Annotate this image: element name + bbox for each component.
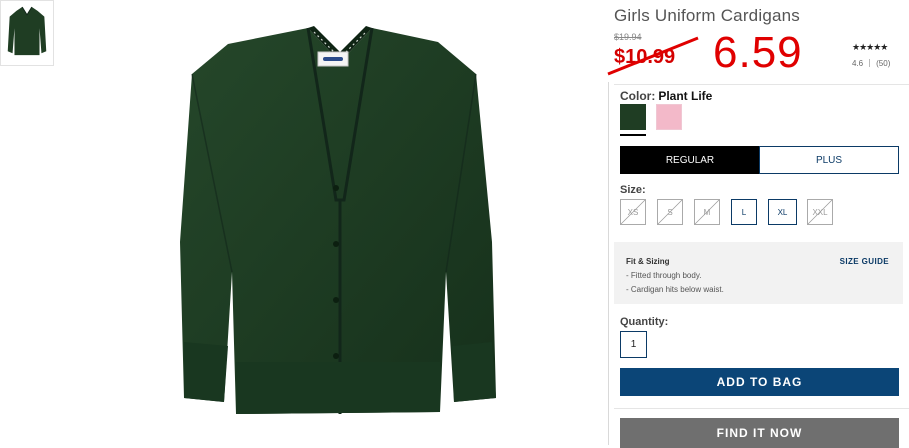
- rating-summary[interactable]: 4.6 (50): [852, 59, 890, 68]
- rating-value: 4.6: [852, 59, 864, 68]
- size-option-xl[interactable]: XL: [768, 199, 797, 225]
- cardigan-image: [180, 26, 496, 414]
- size-option-l[interactable]: L: [731, 199, 757, 225]
- color-swatch-plant-life[interactable]: [620, 104, 646, 130]
- fit-sizing-title: Fit & Sizing: [626, 257, 670, 266]
- size-option-xxl[interactable]: XXL: [807, 199, 833, 225]
- review-count: (50): [876, 59, 891, 68]
- size-option-label: XS: [627, 207, 639, 217]
- tab-regular[interactable]: REGULAR: [620, 146, 760, 174]
- sale-price: $10.99: [614, 46, 676, 68]
- fit-sizing-panel: Fit & Sizing SIZE GUIDE - Fitted through…: [614, 242, 903, 304]
- size-guide-link[interactable]: SIZE GUIDE: [840, 257, 889, 266]
- size-label: Size:: [620, 184, 646, 196]
- quantity-label: Quantity:: [620, 316, 669, 328]
- rating-stars[interactable]: ★★★★★: [852, 42, 888, 53]
- size-option-label: S: [667, 207, 673, 217]
- selected-color-name: Plant Life: [658, 89, 713, 103]
- size-option-m[interactable]: M: [694, 199, 720, 225]
- fit-detail-line: - Cardigan hits below waist.: [626, 285, 724, 294]
- size-option-label: M: [703, 207, 711, 217]
- product-thumbnail[interactable]: [0, 0, 54, 66]
- size-option-label: L: [741, 207, 747, 217]
- color-swatch-pink[interactable]: [656, 104, 682, 130]
- section-divider-top: [614, 84, 909, 85]
- find-it-now-button[interactable]: FIND IT NOW: [620, 418, 899, 448]
- original-price: $19.94: [614, 32, 642, 42]
- panel-divider: [608, 82, 609, 445]
- product-title: Girls Uniform Cardigans: [614, 6, 800, 25]
- size-option-label: XL: [777, 207, 788, 217]
- color-selector-label: Color: Plant Life: [620, 89, 712, 103]
- rating-separator: [869, 59, 871, 67]
- section-divider-bottom: [614, 408, 909, 409]
- tab-plus[interactable]: PLUS: [759, 146, 899, 174]
- fit-detail-line: - Fitted through body.: [626, 271, 702, 280]
- new-price-annotation: 6.59: [713, 28, 803, 77]
- product-main-image: [140, 22, 580, 422]
- cardigan-thumbnail-image: [7, 6, 47, 56]
- size-option-xs[interactable]: XS: [620, 199, 646, 225]
- size-option-s[interactable]: S: [657, 199, 683, 225]
- add-to-bag-button[interactable]: ADD TO BAG: [620, 368, 899, 396]
- size-option-label: XXL: [812, 207, 828, 217]
- selected-swatch-indicator: [620, 134, 646, 136]
- color-label: Color:: [620, 89, 656, 103]
- quantity-select[interactable]: 1: [620, 331, 647, 358]
